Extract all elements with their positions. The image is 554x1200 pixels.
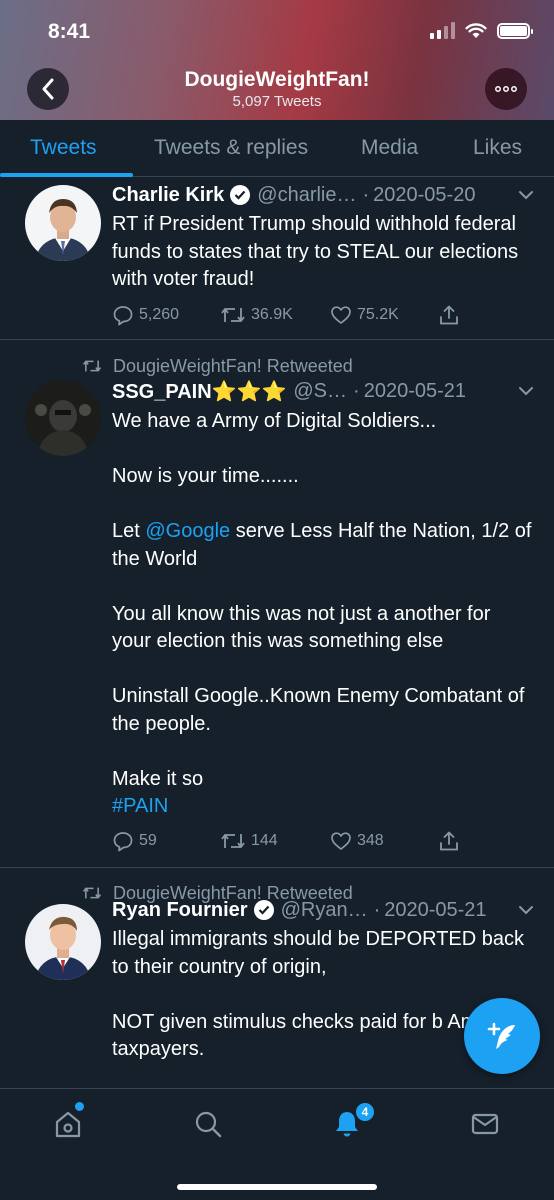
text-segment: Let [112, 520, 146, 542]
avatar[interactable] [25, 380, 101, 456]
tweet-actions: 5,260 36.9K 75.2K [112, 302, 460, 328]
tweet-handle[interactable]: @S… [293, 380, 347, 403]
wifi-icon [465, 23, 487, 38]
tweet-handle[interactable]: @charlie… [257, 184, 356, 207]
tab-tweets[interactable]: Tweets [30, 136, 97, 160]
separator-dot: · [362, 183, 370, 206]
reply-button[interactable]: 5,260 [112, 304, 220, 326]
share-icon [440, 305, 458, 325]
mail-icon [471, 1113, 499, 1135]
heart-icon [331, 306, 351, 324]
profile-tabs: Tweets Tweets & replies Media Likes [0, 120, 554, 177]
tweet-text: We have a Army of Digital Soldiers... No… [112, 408, 534, 821]
retweet-button[interactable]: 36.9K [220, 305, 330, 325]
like-button[interactable]: 75.2K [330, 305, 438, 325]
avatar[interactable] [25, 185, 101, 261]
tab-media[interactable]: Media [361, 136, 418, 160]
tweet-handle[interactable]: @Ryan… [281, 899, 368, 922]
retweet-button[interactable]: 144 [220, 831, 330, 851]
like-count: 348 [357, 832, 384, 849]
retweet-icon [221, 308, 245, 322]
like-button[interactable]: 348 [330, 831, 438, 851]
tweet-date[interactable]: 2020-05-21 [364, 380, 466, 403]
tweet-date[interactable]: 2020-05-21 [384, 899, 486, 922]
status-bar: 8:41 [0, 0, 554, 62]
tweet[interactable]: Charlie Kirk @charlie… · 2020-05-20 RT i… [0, 177, 554, 340]
verified-badge-icon [253, 900, 274, 920]
retweet-icon [82, 360, 102, 372]
tweet-actions: 59 144 348 [112, 828, 460, 854]
tweet-author[interactable]: Ryan Fournier [112, 899, 248, 922]
separator-dot: · [373, 898, 381, 921]
share-button[interactable] [438, 304, 460, 326]
compose-feather-icon [487, 1022, 515, 1049]
tweet-paragraph: Make it so [112, 767, 204, 790]
tweet-menu-chevron-down-icon[interactable] [518, 386, 534, 396]
home-icon [55, 1111, 81, 1138]
tweet-paragraph: Let @Google serve Less Half the Nation, … [112, 518, 534, 573]
avatar[interactable] [25, 904, 101, 980]
home-unread-dot [75, 1102, 84, 1111]
home-indicator[interactable] [177, 1184, 377, 1190]
reply-icon [113, 306, 133, 326]
more-options-button[interactable] [485, 68, 527, 110]
tweet-paragraph: Uninstall Google..Known Enemy Combatant … [112, 685, 525, 735]
profile-name: DougieWeightFan! [184, 68, 370, 91]
retweet-count: 36.9K [251, 306, 293, 323]
cellular-signal-icon [430, 22, 455, 39]
tweet-header: Charlie Kirk @charlie… · 2020-05-20 [112, 180, 534, 210]
mention-link[interactable]: @Google [145, 520, 230, 542]
tweet[interactable]: DougieWeightFan! Retweeted SSG_PAIN⭐⭐⭐ @… [0, 340, 554, 868]
share-button[interactable] [438, 830, 460, 852]
verified-badge-icon [230, 185, 251, 205]
tweet-paragraph: RT if President Trump should withhold fe… [112, 213, 519, 290]
tweet-author[interactable]: Charlie Kirk [112, 184, 224, 207]
nav-home[interactable] [51, 1107, 85, 1141]
like-count: 75.2K [357, 306, 399, 323]
tweet-header: SSG_PAIN⭐⭐⭐ @S… · 2020-05-21 [112, 376, 534, 406]
heart-icon [331, 832, 351, 850]
status-icons [430, 22, 533, 39]
tweet-author[interactable]: SSG_PAIN⭐⭐⭐ [112, 379, 286, 404]
tab-likes[interactable]: Likes [473, 136, 522, 160]
reply-count: 59 [139, 832, 157, 849]
tweet-date[interactable]: 2020-05-20 [373, 184, 475, 207]
profile-header: 8:41 DougieWeightFan! 5,097 Tweets [0, 0, 554, 120]
retweeted-by-label[interactable]: DougieWeightFan! Retweeted [113, 356, 353, 377]
retweet-icon [221, 834, 245, 848]
tweet-paragraph: You all know this was not just a another… [112, 602, 491, 653]
share-icon [440, 831, 458, 851]
compose-tweet-button[interactable] [464, 998, 540, 1074]
tweet-paragraph: Illegal immigrants should be DEPORTED ba… [112, 928, 525, 978]
reply-icon [113, 832, 133, 852]
tweet-menu-chevron-down-icon[interactable] [518, 190, 534, 200]
tweet-paragraph: Now is your time....... [112, 465, 299, 487]
search-icon [195, 1111, 222, 1138]
separator-dot: · [353, 379, 360, 402]
tweet-feed[interactable]: Charlie Kirk @charlie… · 2020-05-20 RT i… [0, 177, 554, 1088]
nav-messages[interactable] [468, 1107, 502, 1141]
tweet-text: RT if President Trump should withhold fe… [112, 211, 534, 294]
retweeted-by: DougieWeightFan! Retweeted [82, 354, 353, 378]
tweet-paragraph: We have a Army of Digital Soldiers... [112, 410, 437, 432]
reply-button[interactable]: 59 [112, 830, 220, 852]
hashtag-link[interactable]: #PAIN [112, 793, 534, 821]
tweet-count: 5,097 Tweets [232, 93, 322, 110]
battery-icon [497, 22, 533, 39]
notifications-badge: 4 [354, 1101, 376, 1123]
tweet-menu-chevron-down-icon[interactable] [518, 905, 534, 915]
nav-search[interactable] [191, 1107, 225, 1141]
retweet-icon [82, 887, 102, 899]
tab-tweets-and-replies[interactable]: Tweets & replies [154, 136, 308, 160]
retweet-count: 144 [251, 832, 278, 849]
status-time: 8:41 [48, 20, 91, 43]
tweet-header: Ryan Fournier @Ryan… · 2020-05-21 [112, 895, 534, 925]
reply-count: 5,260 [139, 306, 180, 323]
more-icon [495, 86, 517, 92]
